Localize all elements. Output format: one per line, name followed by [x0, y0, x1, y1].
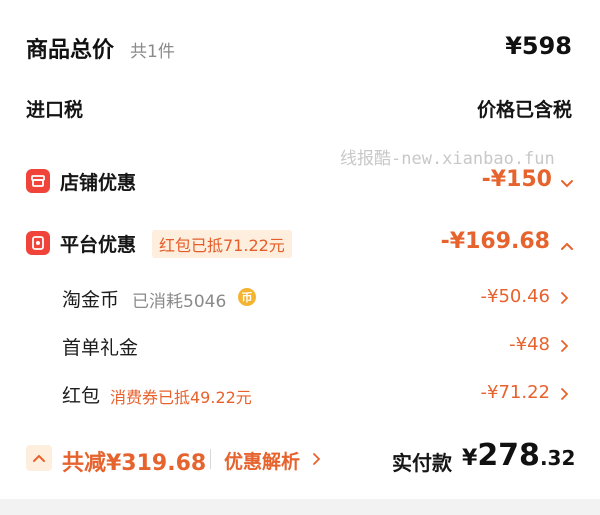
- red-packet-note: 消费券已抵49.22元: [110, 388, 252, 407]
- chevron-right-icon[interactable]: [312, 451, 322, 470]
- subitem-first-order[interactable]: 首单礼金 -¥48: [0, 333, 600, 359]
- pay-amount: ¥278.32: [462, 438, 575, 473]
- pay-symbol: ¥: [462, 446, 478, 471]
- chevron-down-icon: [560, 174, 574, 193]
- discount-analysis-link[interactable]: 优惠解析: [224, 447, 300, 474]
- summary-row: 商品总价 共1件 ¥598: [0, 30, 600, 70]
- store-discount-label: 店铺优惠: [60, 172, 137, 194]
- subitem-red-packet[interactable]: 红包 消费券已抵49.22元 -¥71.22: [0, 381, 600, 407]
- red-packet-label: 红包: [62, 385, 101, 407]
- store-icon: [26, 169, 50, 193]
- first-order-amount: -¥48: [509, 334, 550, 355]
- first-order-label: 首单礼金: [62, 337, 139, 359]
- store-discount-row[interactable]: 店铺优惠 -¥150: [0, 167, 600, 196]
- bottom-divider: [0, 499, 600, 515]
- platform-discount-label: 平台优惠: [60, 234, 137, 256]
- platform-discount-amount: -¥169.68: [440, 229, 550, 254]
- chevron-right-icon: [560, 386, 570, 405]
- pay-label: 实付款: [392, 451, 452, 475]
- total-price: ¥598: [505, 32, 572, 60]
- platform-discount-row[interactable]: 平台优惠 红包已抵71.22元 -¥169.68: [0, 228, 600, 258]
- pay-integer: 278: [477, 438, 540, 473]
- chevron-right-icon: [560, 338, 570, 357]
- tax-value: 价格已含税: [476, 99, 572, 121]
- tax-label: 进口税: [26, 99, 84, 121]
- coin-icon: 币: [238, 288, 256, 306]
- coin-note: 已消耗5046: [132, 292, 227, 312]
- item-count: 共1件: [130, 42, 175, 62]
- summary-title: 商品总价: [26, 38, 115, 63]
- red-packet-tag: 红包已抵71.22元: [152, 230, 292, 258]
- watermark: 线报酷-new.xianbao.fun: [340, 149, 555, 169]
- divider: [210, 449, 211, 469]
- total-reduction: 共减¥319.68: [62, 451, 207, 476]
- tax-row: 进口税 价格已含税: [0, 95, 600, 125]
- chevron-up-icon: [560, 236, 574, 255]
- red-packet-amount: -¥71.22: [480, 382, 550, 403]
- expand-up-button[interactable]: [26, 445, 52, 471]
- store-discount-amount: -¥150: [481, 167, 552, 192]
- red-packet-icon: [26, 231, 50, 255]
- subitem-coin[interactable]: 淘金币 已消耗5046 币 -¥50.46: [0, 285, 600, 312]
- coin-amount: -¥50.46: [480, 286, 550, 307]
- coin-label: 淘金币: [62, 289, 120, 311]
- pay-decimal: .32: [539, 446, 576, 470]
- chevron-right-icon: [560, 290, 570, 309]
- checkout-footer: 共减¥319.68 优惠解析 实付款 ¥278.32: [0, 420, 600, 500]
